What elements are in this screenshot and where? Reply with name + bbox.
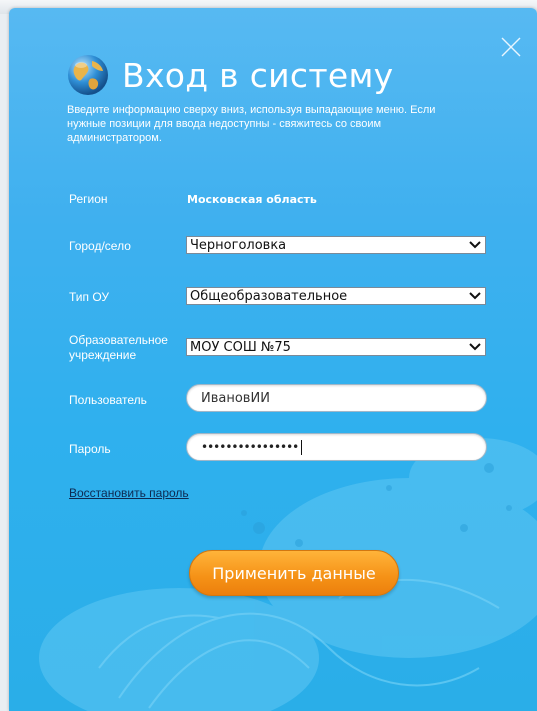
intro-text: Введите информацию сверху вниз, использу…: [67, 104, 436, 144]
chevron-down-icon: [469, 343, 481, 351]
chevron-down-icon: [469, 292, 481, 300]
header: Вход в систему: [66, 52, 394, 98]
globe-icon: [68, 55, 108, 95]
user-input[interactable]: ИвановИИ: [186, 384, 487, 412]
user-input-value: ИвановИИ: [201, 390, 270, 406]
text-cursor: [301, 439, 303, 455]
ou-type-select-value: Общеобразовательное: [190, 288, 348, 304]
restore-password-link[interactable]: Восстановить пароль: [69, 486, 189, 500]
school-select[interactable]: МОУ СОШ №75: [186, 338, 486, 356]
chevron-down-icon: [469, 241, 481, 249]
school-label-line1: Образовательное: [69, 333, 168, 347]
password-input-value: ••••••••••••••••: [201, 440, 299, 454]
submit-button[interactable]: Применить данные: [189, 550, 399, 596]
region-value: Московская область: [187, 193, 317, 206]
school-label-line2: учреждение: [69, 348, 137, 362]
city-select-value: Черноголовка: [190, 237, 287, 253]
city-label: Город/село: [69, 239, 131, 253]
school-select-value: МОУ СОШ №75: [190, 339, 291, 355]
password-input[interactable]: ••••••••••••••••: [186, 433, 487, 461]
ou-type-select[interactable]: Общеобразовательное: [186, 287, 486, 305]
dialog-title: Вход в систему: [122, 55, 394, 95]
ou-type-label: Тип ОУ: [69, 290, 110, 304]
user-label: Пользователь: [69, 393, 147, 407]
close-icon[interactable]: [500, 36, 522, 58]
city-select[interactable]: Черноголовка: [186, 236, 486, 254]
password-label: Пароль: [69, 442, 111, 456]
login-dialog: Вход в систему Введите информацию сверху…: [9, 8, 537, 711]
region-label: Регион: [69, 192, 108, 206]
